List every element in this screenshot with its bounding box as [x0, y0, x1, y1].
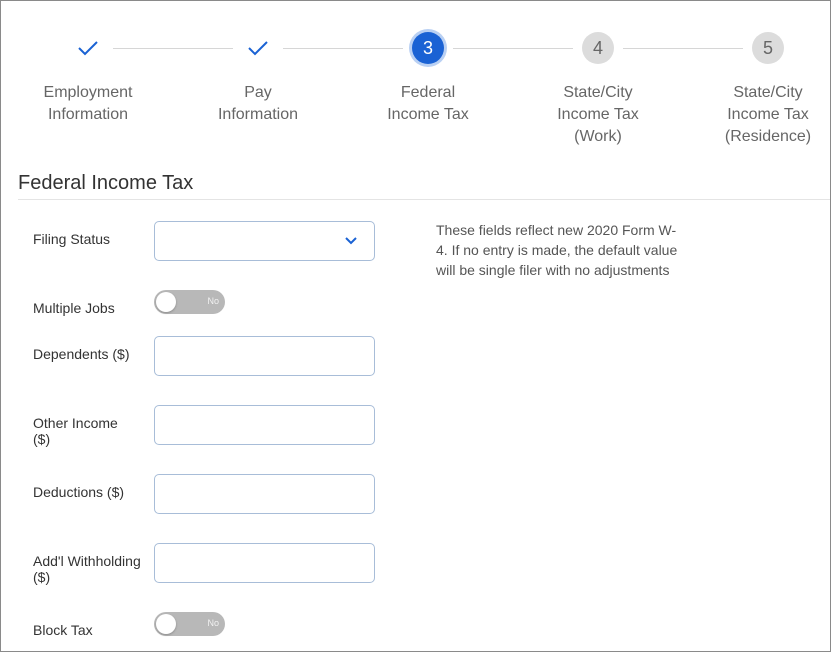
step-state-city-work[interactable]: 4 State/City Income Tax (Work) [523, 32, 673, 148]
step-state-city-residence[interactable]: 5 State/City Income Tax (Residence) [693, 32, 830, 148]
step-pay-information[interactable]: Pay Information [183, 32, 333, 126]
toggle-knob [156, 614, 176, 634]
step-label: State/City Income Tax (Residence) [724, 84, 812, 145]
page-frame: Employment Information Pay Information 3… [0, 0, 831, 652]
other-income-input[interactable] [154, 405, 375, 445]
step-label: Employment Information [43, 84, 133, 123]
toggle-state: No [207, 296, 219, 306]
step-label: State/City Income Tax (Work) [557, 84, 639, 145]
step-status [72, 32, 104, 64]
toggle-knob [156, 292, 176, 312]
step-label: Pay Information [217, 84, 299, 123]
multiple-jobs-label: Multiple Jobs [33, 300, 115, 316]
section-title: Federal Income Tax [18, 172, 194, 194]
addl-withholding-input[interactable] [154, 543, 375, 583]
deductions-input[interactable] [154, 474, 375, 514]
check-icon [248, 41, 268, 56]
step-federal-income-tax[interactable]: 3 Federal Income Tax [353, 32, 503, 126]
step-number: 4 [582, 32, 614, 64]
step-status [242, 32, 274, 64]
help-text: These fields reflect new 2020 Form W-4. … [436, 222, 678, 278]
toggle-state: No [207, 618, 219, 628]
block-tax-toggle[interactable]: No [154, 612, 225, 636]
other-income-label: Other Income ($) [33, 415, 118, 447]
step-number: 5 [752, 32, 784, 64]
multiple-jobs-toggle[interactable]: No [154, 290, 225, 314]
wizard-stepper: Employment Information Pay Information 3… [1, 1, 830, 161]
check-icon [78, 41, 98, 56]
dependents-input[interactable] [154, 336, 375, 376]
filing-status-label: Filing Status [33, 231, 111, 247]
block-tax-label: Block Tax [33, 622, 93, 638]
step-number: 3 [412, 32, 444, 64]
filing-status-select[interactable] [154, 221, 375, 261]
step-label: Federal Income Tax [387, 84, 469, 123]
addl-withholding-label: Add'l Withholding ($) [33, 553, 141, 585]
step-employment-information[interactable]: Employment Information [13, 32, 163, 126]
section-divider [18, 199, 830, 200]
chevron-down-icon [345, 237, 357, 245]
dependents-label: Dependents ($) [33, 346, 130, 362]
deductions-label: Deductions ($) [33, 484, 125, 500]
